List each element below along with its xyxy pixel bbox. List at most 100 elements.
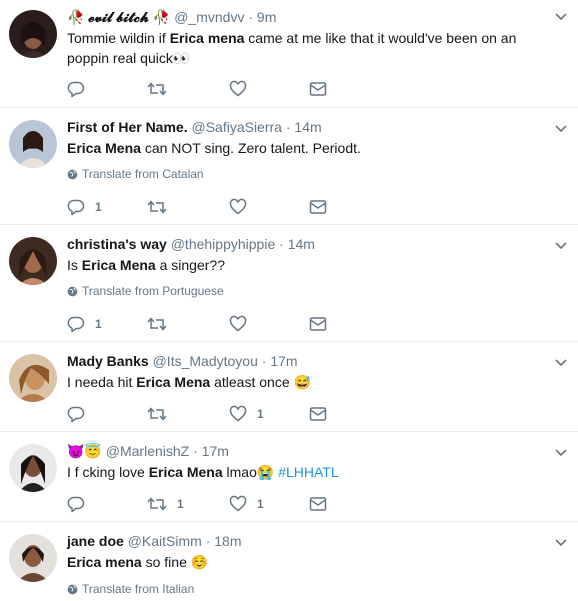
envelope-icon	[309, 200, 327, 214]
dm-button[interactable]	[309, 197, 327, 217]
reply-button[interactable]	[67, 404, 95, 424]
reply-button[interactable]: 1	[67, 314, 102, 334]
user-handle[interactable]: @SafiyaSierra	[191, 119, 281, 135]
heart-icon	[229, 495, 247, 512]
translate-link[interactable]: Translate from Portuguese	[67, 283, 224, 299]
dm-button[interactable]	[309, 404, 327, 424]
chevron-down-icon[interactable]	[554, 122, 568, 136]
tweet[interactable]: jane doe @KaitSimm · 18m Erica mena so f…	[0, 522, 578, 601]
dm-button[interactable]	[309, 314, 327, 334]
like-count: 1	[257, 407, 264, 421]
tweet-text: Tommie wildin if Erica mena came at me l…	[67, 30, 517, 66]
retweet-icon	[147, 407, 167, 421]
retweet-icon	[147, 200, 167, 214]
tweet-actions: 1	[67, 314, 367, 334]
tweet-header: First of Her Name. @SafiyaSierra · 14m	[67, 119, 322, 135]
user-handle[interactable]: @thehippyhippie	[171, 236, 276, 252]
hashtag-link[interactable]: #LHHATL	[278, 464, 338, 480]
heart-icon	[229, 315, 247, 332]
timestamp[interactable]: 9m	[257, 9, 276, 25]
globe-icon	[67, 584, 78, 595]
envelope-icon	[309, 82, 327, 96]
reply-icon	[67, 496, 85, 513]
tweet[interactable]: christina's way @thehippyhippie · 14m Is…	[0, 225, 578, 342]
tweet[interactable]: 🥀 𝓮𝓿𝓲𝓵 𝓫𝓲𝓽𝓬𝓱 🥀 @_mvndvv · 9m Tommie wild…	[0, 0, 578, 108]
avatar[interactable]	[9, 354, 57, 402]
avatar[interactable]	[9, 237, 57, 285]
heart-icon	[229, 198, 247, 215]
display-name[interactable]: Mady Banks	[67, 353, 149, 369]
chevron-down-icon[interactable]	[554, 536, 568, 550]
translate-link[interactable]: Translate from Italian	[67, 581, 194, 597]
tweet-actions: 1	[67, 197, 367, 217]
tweet-actions: 1	[67, 404, 367, 424]
user-handle[interactable]: @MarlenishZ	[106, 443, 189, 459]
display-name[interactable]: 😈😇	[67, 443, 102, 459]
retweet-button[interactable]	[147, 404, 177, 424]
reply-button[interactable]	[67, 79, 95, 99]
globe-icon	[67, 286, 78, 297]
reply-icon	[67, 199, 85, 216]
dm-button[interactable]	[309, 79, 327, 99]
like-button[interactable]	[229, 197, 257, 217]
tweet-header: jane doe @KaitSimm · 18m	[67, 533, 242, 549]
tweet-header: christina's way @thehippyhippie · 14m	[67, 236, 315, 252]
retweet-button[interactable]	[147, 197, 177, 217]
avatar[interactable]	[9, 444, 57, 492]
envelope-icon	[309, 407, 327, 421]
timestamp[interactable]: 14m	[294, 119, 321, 135]
reply-icon	[67, 316, 85, 333]
retweet-icon	[147, 317, 167, 331]
display-name[interactable]: jane doe	[67, 533, 124, 549]
retweet-count: 1	[177, 497, 184, 511]
tweet-text: I needa hit Erica Mena atleast once 😅	[67, 374, 311, 390]
user-handle[interactable]: @KaitSimm	[128, 533, 202, 549]
tweet-actions	[67, 79, 367, 99]
retweet-icon	[147, 497, 167, 511]
tweet-header: 🥀 𝓮𝓿𝓲𝓵 𝓫𝓲𝓽𝓬𝓱 🥀 @_mvndvv · 9m	[67, 9, 277, 25]
like-button[interactable]	[229, 79, 257, 99]
heart-icon	[229, 405, 247, 422]
reply-button[interactable]	[67, 494, 95, 514]
tweet-text: Is Erica Mena a singer??	[67, 257, 225, 273]
display-name[interactable]: 🥀 𝓮𝓿𝓲𝓵 𝓫𝓲𝓽𝓬𝓱 🥀	[67, 9, 170, 25]
tweet-actions: 1 1	[67, 494, 367, 514]
like-button[interactable]	[229, 314, 257, 334]
avatar[interactable]	[9, 534, 57, 582]
dm-button[interactable]	[309, 494, 327, 514]
avatar[interactable]	[9, 10, 57, 58]
reply-icon	[67, 81, 85, 98]
chevron-down-icon[interactable]	[554, 356, 568, 370]
like-count: 1	[257, 497, 264, 511]
reply-count: 1	[95, 200, 102, 214]
avatar[interactable]	[9, 120, 57, 168]
tweet-text: Erica mena so fine ☺️	[67, 554, 209, 570]
tweet[interactable]: First of Her Name. @SafiyaSierra · 14m E…	[0, 108, 578, 225]
tweet[interactable]: 😈😇 @MarlenishZ · 17m I f cking love Eric…	[0, 432, 578, 522]
like-button[interactable]: 1	[229, 404, 264, 424]
timestamp[interactable]: 17m	[270, 353, 297, 369]
tweet-text: Erica Mena can NOT sing. Zero talent. Pe…	[67, 140, 361, 156]
tweet[interactable]: Mady Banks @Its_Madytoyou · 17m I needa …	[0, 342, 578, 432]
timestamp[interactable]: 17m	[202, 443, 229, 459]
like-button[interactable]: 1	[229, 494, 264, 514]
chevron-down-icon[interactable]	[554, 10, 568, 24]
envelope-icon	[309, 497, 327, 511]
chevron-down-icon[interactable]	[554, 446, 568, 460]
heart-icon	[229, 80, 247, 97]
reply-button[interactable]: 1	[67, 197, 102, 217]
user-handle[interactable]: @_mvndvv	[174, 9, 244, 25]
timestamp[interactable]: 18m	[214, 533, 241, 549]
display-name[interactable]: First of Her Name.	[67, 119, 188, 135]
reply-icon	[67, 406, 85, 423]
timestamp[interactable]: 14m	[288, 236, 315, 252]
tweet-text: I f cking love Erica Mena lmao😭 #LHHATL	[67, 464, 339, 480]
retweet-button[interactable]	[147, 79, 177, 99]
envelope-icon	[309, 317, 327, 331]
translate-link[interactable]: Translate from Catalan	[67, 166, 204, 182]
chevron-down-icon[interactable]	[554, 239, 568, 253]
display-name[interactable]: christina's way	[67, 236, 167, 252]
retweet-button[interactable]	[147, 314, 177, 334]
retweet-button[interactable]: 1	[147, 494, 184, 514]
user-handle[interactable]: @Its_Madytoyou	[153, 353, 258, 369]
